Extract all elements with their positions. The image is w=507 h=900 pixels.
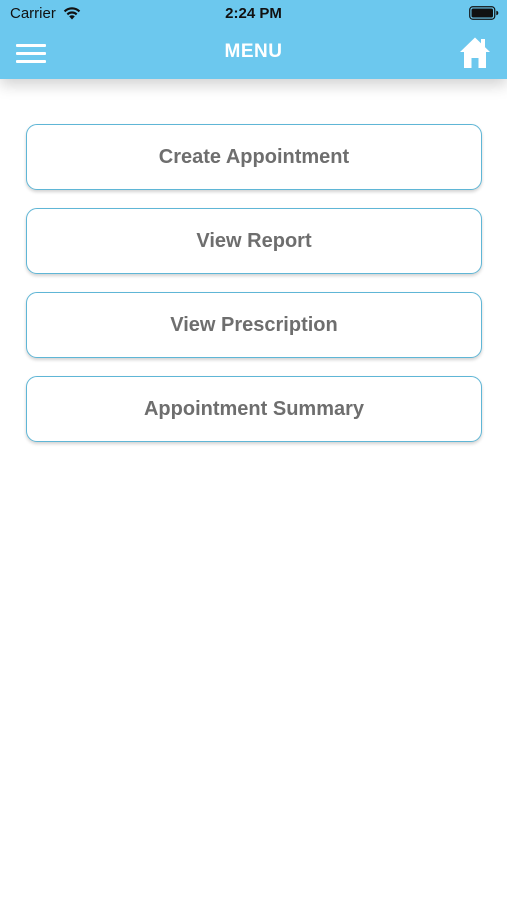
battery-icon — [469, 6, 499, 20]
status-bar: Carrier 2:24 PM — [0, 0, 507, 28]
status-time: 2:24 PM — [225, 5, 282, 22]
menu-list: Create Appointment View Report View Pres… — [26, 124, 482, 460]
top-bar: Carrier 2:24 PM MENU — [0, 0, 507, 79]
view-report-button[interactable]: View Report — [26, 208, 482, 274]
menu-screen: Carrier 2:24 PM MENU Create Appointment … — [0, 0, 507, 900]
view-prescription-button[interactable]: View Prescription — [26, 292, 482, 358]
page-title: MENU — [224, 41, 283, 62]
home-icon[interactable] — [459, 36, 491, 69]
appointment-summary-button[interactable]: Appointment Summary — [26, 376, 482, 442]
create-appointment-button[interactable]: Create Appointment — [26, 124, 482, 190]
